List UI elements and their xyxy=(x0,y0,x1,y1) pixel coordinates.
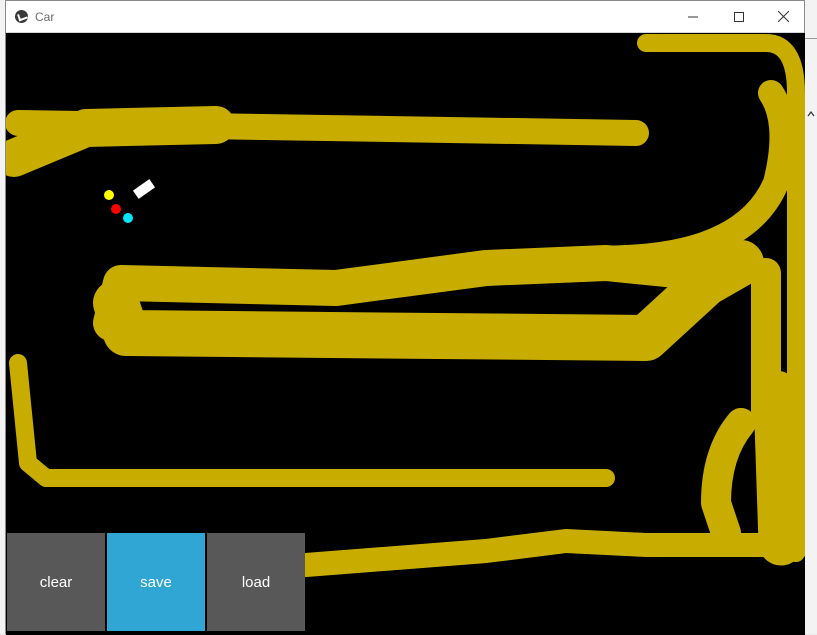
background-window-divider xyxy=(805,38,817,39)
load-button[interactable]: load xyxy=(207,533,305,631)
window-title: Car xyxy=(35,10,55,24)
clear-button[interactable]: clear xyxy=(7,533,105,631)
car-group xyxy=(104,179,156,223)
app-logo-icon xyxy=(15,10,28,23)
maximize-icon xyxy=(734,11,744,22)
maximize-button[interactable] xyxy=(716,1,762,32)
sand-stroke xyxy=(9,354,615,487)
sensor-yellow xyxy=(104,190,114,200)
minimize-button[interactable] xyxy=(670,1,716,32)
scroll-up-icon[interactable] xyxy=(807,110,815,118)
car xyxy=(132,179,156,199)
app-window: Car clear save load xyxy=(5,0,805,635)
sand-stroke xyxy=(6,106,235,177)
title-bar[interactable]: Car xyxy=(6,1,804,33)
close-icon xyxy=(777,11,789,22)
sand-stroke xyxy=(701,408,756,548)
background-window-edge-right xyxy=(805,0,817,634)
drawing-canvas[interactable]: clear save load xyxy=(6,33,805,635)
minimize-icon xyxy=(688,16,698,17)
sand-stroke xyxy=(753,370,804,566)
save-button[interactable]: save xyxy=(107,533,205,631)
sand-stroke xyxy=(294,529,805,577)
sensor-red xyxy=(111,204,121,214)
close-button[interactable] xyxy=(760,1,806,32)
sensor-cyan xyxy=(123,213,133,223)
